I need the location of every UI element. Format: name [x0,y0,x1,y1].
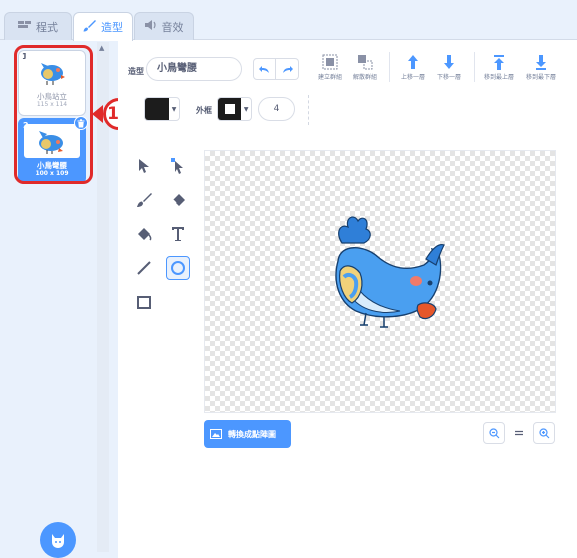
speaker-icon [144,20,158,33]
undo-redo-group [253,58,299,80]
brush-tool[interactable] [132,188,156,212]
undo-icon [259,65,269,73]
back-button[interactable]: 移到最下層 [521,52,561,81]
paint-canvas[interactable] [204,150,556,413]
ungroup-icon [345,52,385,72]
arrow-up-icon [393,52,433,72]
fill-color-swatch [145,98,169,120]
cat-icon [52,534,64,548]
choose-costume-button[interactable] [40,522,76,558]
tab-costumes-label: 造型 [101,21,123,34]
ungroup-button[interactable]: 解散群組 [345,52,385,81]
zoom-reset-button[interactable] [508,422,530,444]
zoom-in-button[interactable] [533,422,555,444]
rectangle-icon [137,296,151,309]
caret-down-icon: ▼ [171,105,177,113]
redo-icon [282,65,293,73]
toolbar-divider [474,52,475,82]
tab-bar: 程式 造型 音效 [0,0,577,41]
select-tool[interactable] [132,154,156,178]
line-tool[interactable] [132,256,156,280]
text-tool[interactable] [166,222,190,246]
outline-color-picker[interactable]: ▼ [217,97,252,121]
costume-name-label: 造型 [128,67,144,76]
zoom-out-button[interactable] [483,422,505,444]
fill-tool[interactable] [132,222,156,246]
callout-arrow [92,105,103,123]
line-icon [137,261,151,275]
convert-to-bitmap-button[interactable]: 轉換成點陣圖 [204,420,291,448]
outline-color-swatch [218,98,242,120]
code-icon [18,20,32,33]
send-to-back-icon [521,52,561,72]
reshape-icon [171,158,183,174]
zoom-out-icon [488,427,499,438]
eraser-icon [172,194,185,206]
paint-editor: 造型 小鳥彎腰 建立群組 解散群組 上移一層 下移一層 移到最上層 移到最下層 … [118,40,577,558]
fill-color-picker[interactable]: ▼ [144,97,180,121]
app-window: 程式 造型 音效 ▲ 1 小鳥站立 115 x 114 小鳥彎腰 100 x 1… [0,0,577,558]
forward-button[interactable]: 上移一層 [393,52,433,81]
tab-costumes[interactable]: 造型 [73,12,133,41]
tab-sounds-label: 音效 [161,20,184,34]
convert-to-bitmap-label: 轉換成點陣圖 [228,429,276,439]
group-label: 建立群組 [317,74,342,81]
reshape-tool[interactable] [166,154,190,178]
paint-bucket-icon [138,228,152,241]
toolbar-divider [389,52,390,82]
group-icon [310,52,350,72]
zoom-controls [483,422,555,444]
redo-button[interactable] [276,58,299,80]
brush-icon [137,193,152,207]
backward-button[interactable]: 下移一層 [429,52,469,81]
zoom-in-icon [538,427,549,438]
back-label: 移到最下層 [525,74,556,81]
group-button[interactable]: 建立群組 [310,52,350,81]
tab-code[interactable]: 程式 [4,12,72,40]
front-label: 移到最上層 [483,74,514,81]
circle-icon [171,261,185,275]
costume-name-input[interactable]: 小鳥彎腰 [146,57,242,81]
equals-icon [515,430,523,436]
backward-label: 下移一層 [436,74,461,81]
outline-label: 外框 [196,106,212,115]
forward-label: 上移一層 [400,74,425,81]
scroll-up-icon[interactable]: ▲ [99,44,104,52]
circle-tool[interactable] [166,256,190,280]
tab-code-label: 程式 [36,20,58,34]
highlight-frame [14,45,93,184]
caret-down-icon: ▼ [243,105,249,113]
ungroup-label: 解散群組 [352,74,377,81]
brush-icon [83,19,97,35]
arrow-down-icon [429,52,469,72]
eraser-tool[interactable] [166,188,190,212]
bird-costume-drawing [335,216,445,328]
bring-to-front-icon [479,52,519,72]
text-icon [172,227,184,241]
properties-divider [308,95,309,125]
front-button[interactable]: 移到最上層 [479,52,519,81]
select-arrow-icon [139,159,149,173]
outline-width-input[interactable]: 4 [258,97,295,121]
undo-button[interactable] [253,58,276,80]
tab-sounds[interactable]: 音效 [134,12,194,40]
rectangle-tool[interactable] [132,290,156,314]
image-icon [210,429,222,439]
